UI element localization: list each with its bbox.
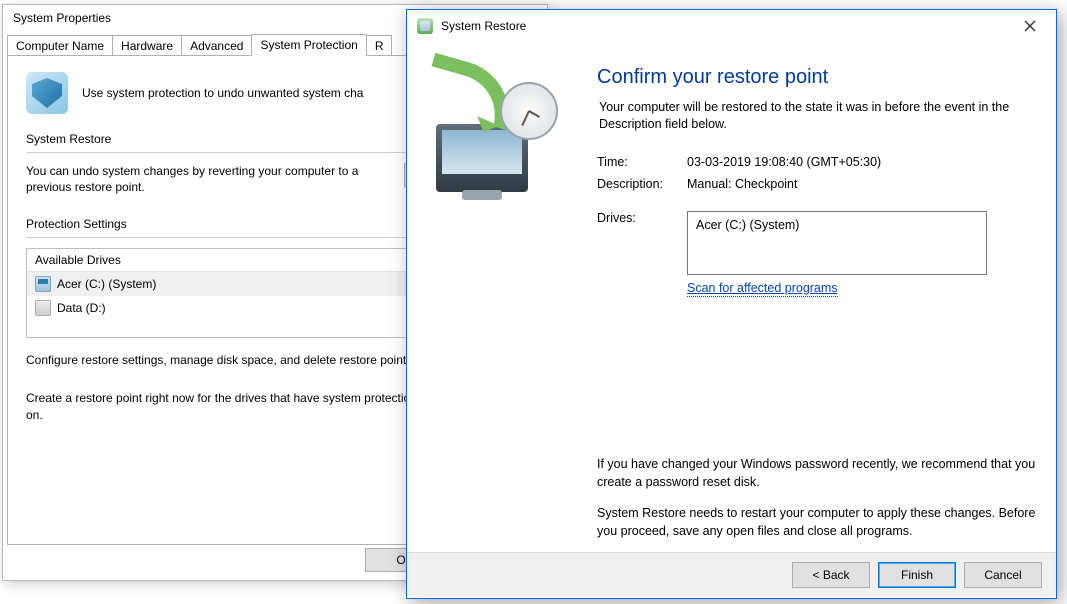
close-button[interactable] <box>1010 14 1050 38</box>
tab-hardware[interactable]: Hardware <box>112 35 182 56</box>
time-value: 03-03-2019 19:08:40 (GMT+05:30) <box>687 155 881 169</box>
system-restore-description: You can undo system changes by reverting… <box>26 163 388 195</box>
description-value: Manual: Checkpoint <box>687 177 797 191</box>
restart-warning: System Restore needs to restart your com… <box>597 505 1036 540</box>
system-restore-window: System Restore Confirm your restore poin… <box>406 9 1057 599</box>
drives-value: Acer (C:) (System) <box>696 218 799 232</box>
drives-label: Drives: <box>597 211 687 225</box>
drive-icon <box>35 300 51 316</box>
system-restore-large-icon <box>432 74 562 194</box>
password-reset-warning: If you have changed your Windows passwor… <box>597 456 1036 491</box>
create-restore-point-description: Create a restore point right now for the… <box>26 390 467 422</box>
cancel-button[interactable]: Cancel <box>964 562 1042 588</box>
close-icon <box>1024 20 1036 32</box>
configure-description: Configure restore settings, manage disk … <box>26 352 461 368</box>
wizard-side-panel <box>407 42 587 552</box>
drive-icon <box>35 276 51 292</box>
scan-affected-programs-link[interactable]: Scan for affected programs <box>687 281 838 297</box>
confirm-restore-subtext: Your computer will be restored to the st… <box>597 99 1036 133</box>
tab-remote[interactable]: R <box>366 35 393 56</box>
system-restore-app-icon <box>417 18 433 34</box>
drives-list: Acer (C:) (System) <box>687 211 987 275</box>
tab-system-protection[interactable]: System Protection <box>251 34 366 56</box>
confirm-restore-heading: Confirm your restore point <box>597 66 1036 89</box>
drive-name: Data (D:) <box>57 301 106 315</box>
col-available-drives: Available Drives <box>27 249 403 271</box>
wizard-footer: < Back Finish Cancel <box>407 552 1056 596</box>
tab-advanced[interactable]: Advanced <box>181 35 252 56</box>
drive-name: Acer (C:) (System) <box>57 277 156 291</box>
description-label: Description: <box>597 177 687 191</box>
system-protection-shield-icon <box>26 72 68 114</box>
system-protection-intro-text: Use system protection to undo unwanted s… <box>82 86 363 100</box>
finish-button[interactable]: Finish <box>878 562 956 588</box>
system-restore-titlebar: System Restore <box>407 10 1056 42</box>
tab-computer-name[interactable]: Computer Name <box>7 35 113 56</box>
wizard-main-panel: Confirm your restore point Your computer… <box>587 42 1056 552</box>
system-restore-title: System Restore <box>441 19 526 33</box>
time-label: Time: <box>597 155 687 169</box>
back-button[interactable]: < Back <box>792 562 870 588</box>
